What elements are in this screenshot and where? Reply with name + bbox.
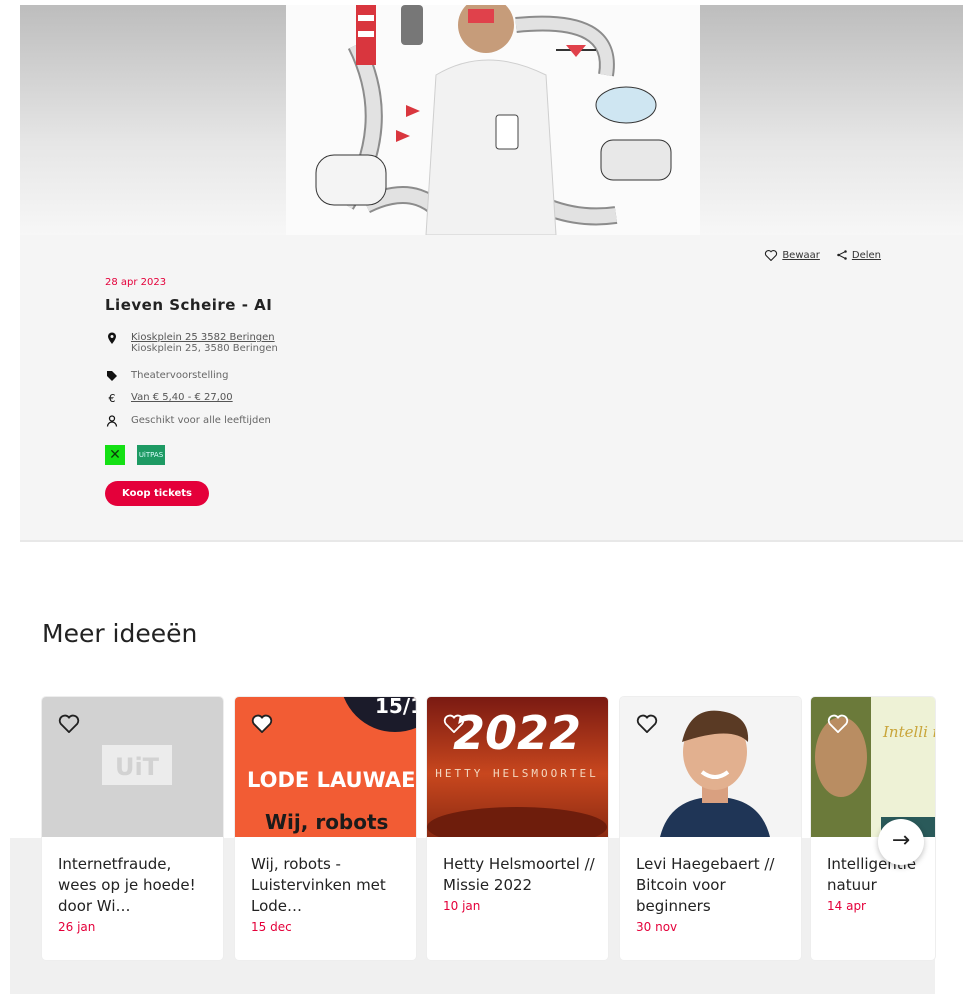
heart-icon[interactable] xyxy=(636,713,658,733)
card-image-subtitle: Wij, robots xyxy=(265,810,388,834)
idea-card-date: 26 jan xyxy=(58,920,96,934)
idea-card-title: Hetty Helsmoortel // Missie 2022 xyxy=(443,855,595,894)
card-image-title: 2022 xyxy=(453,706,581,760)
event-badges: ✕ UiTPAS xyxy=(105,445,165,465)
euro-icon: € xyxy=(108,392,116,405)
idea-card-title: Wij, robots - Luistervinken met Lode… xyxy=(251,855,386,915)
idea-card-title: Levi Haegebaert // Bitcoin voor beginner… xyxy=(636,855,775,915)
event-detail-card: Bewaar Delen 28 apr 2023 Lieven Scheire … xyxy=(20,235,963,542)
event-title: Lieven Scheire - AI xyxy=(105,296,273,314)
category-row: Theatervoorstelling xyxy=(105,370,228,385)
location-link[interactable]: Kioskplein 25 3582 Beringen xyxy=(131,332,278,343)
location-row: Kioskplein 25 3582 Beringen Kioskplein 2… xyxy=(105,332,278,354)
share-button[interactable]: Delen xyxy=(836,249,881,261)
price-row: € Van € 5,40 - € 27,00 xyxy=(105,392,233,405)
uit-logo: UiT xyxy=(115,753,160,781)
person-icon xyxy=(105,415,119,430)
uit-badge-icon: ✕ xyxy=(105,445,125,465)
idea-card-title: Internetfraude, wees op je hoede! door W… xyxy=(58,855,196,915)
heart-icon[interactable] xyxy=(443,713,465,733)
more-ideas-section: Meer ideeën UiT Internetfraude, wees op … xyxy=(10,592,935,994)
more-ideas-heading: Meer ideeën xyxy=(42,619,198,648)
heart-icon[interactable] xyxy=(827,713,849,733)
idea-card-title: Intelligentie natuur xyxy=(827,855,917,894)
location-text: Kioskplein 25 3582 Beringen Kioskplein 2… xyxy=(131,332,278,354)
heart-icon xyxy=(765,249,778,261)
idea-card-text: Levi Haegebaert // Bitcoin voor beginner… xyxy=(636,854,791,938)
card-image-subtitle: HETTY HELSMOORTEL xyxy=(435,767,599,780)
idea-card-date: 10 jan xyxy=(443,899,481,913)
idea-card-text: Internetfraude, wees op je hoede! door W… xyxy=(58,854,213,938)
age-label: Geschikt voor alle leeftijden xyxy=(131,415,271,426)
arrow-right-icon: → xyxy=(891,828,911,853)
idea-card[interactable]: 15/12 LODE LAUWAERT Wij, robots Wij, rob… xyxy=(235,697,416,960)
card-corner-date: 15/12 xyxy=(375,697,416,718)
share-icon xyxy=(837,250,847,260)
uitpas-badge: UiTPAS xyxy=(137,445,165,465)
card-image-title: LODE LAUWAERT xyxy=(247,768,416,792)
tag-icon xyxy=(105,370,119,385)
idea-card-date: 15 dec xyxy=(251,920,292,934)
idea-card-date: 30 nov xyxy=(636,920,678,934)
event-actions: Bewaar Delen xyxy=(764,249,881,261)
carousel-next-button[interactable]: → xyxy=(878,819,924,865)
map-pin-icon xyxy=(105,332,119,347)
idea-card-text: Hetty Helsmoortel // Missie 2022 10 jan xyxy=(443,854,598,917)
heart-icon[interactable] xyxy=(58,713,80,733)
heart-icon[interactable] xyxy=(251,713,273,733)
idea-card-text: Intelligentie natuur 14 apr xyxy=(827,854,935,917)
price-link[interactable]: Van € 5,40 - € 27,00 xyxy=(131,392,233,403)
category-label: Theatervoorstelling xyxy=(131,370,229,381)
idea-card[interactable]: Levi Haegebaert // Bitcoin voor beginner… xyxy=(620,697,801,960)
save-label: Bewaar xyxy=(782,249,820,261)
event-date: 28 apr 2023 xyxy=(105,277,167,288)
buy-tickets-button[interactable]: Koop tickets xyxy=(105,481,209,506)
idea-card[interactable]: UiT Internetfraude, wees op je hoede! do… xyxy=(42,697,223,960)
location-address: Kioskplein 25, 3580 Beringen xyxy=(131,343,278,354)
idea-card-date: 14 apr xyxy=(827,899,866,913)
save-button[interactable]: Bewaar xyxy=(764,249,820,261)
card-image-title: Intelli in de xyxy=(882,723,935,741)
share-label: Delen xyxy=(851,249,881,261)
idea-card-text: Wij, robots - Luistervinken met Lode… 15… xyxy=(251,854,406,938)
age-row: Geschikt voor alle leeftijden xyxy=(105,415,271,430)
idea-card[interactable]: 2022 HETTY HELSMOORTEL Hetty Helsmoortel… xyxy=(427,697,608,960)
event-hero-image xyxy=(286,5,700,235)
